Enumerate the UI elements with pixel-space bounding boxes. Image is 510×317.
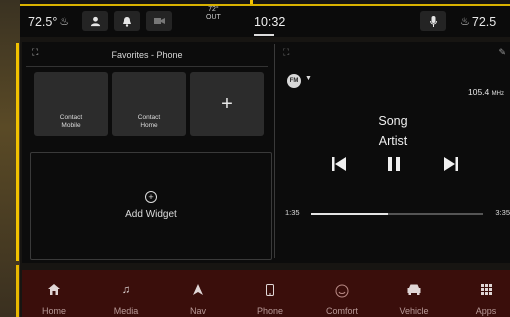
frequency: 105.4 MHz: [468, 87, 504, 97]
add-widget-button[interactable]: + Add Widget: [30, 152, 272, 260]
seat-heat-icon: ♨: [59, 16, 70, 28]
nav-vehicle[interactable]: Vehicle: [384, 270, 444, 317]
media-panel: ⛶ ✎ FM ▼ 105.4 MHz Song Artist 1:35 3:35: [274, 44, 510, 258]
favorites-title: Favorites - Phone: [111, 50, 183, 60]
home-icon: [24, 284, 84, 298]
clock-underline: [254, 34, 274, 36]
favorite-line2: Mobile: [61, 122, 81, 129]
vehicle-icon: [384, 284, 444, 298]
frequency-value: 105.4: [468, 87, 490, 97]
nav-apps[interactable]: Apps: [456, 270, 510, 317]
nav-label: Apps: [475, 306, 497, 316]
source-dropdown-icon[interactable]: ▼: [305, 75, 312, 82]
navigation-arrow-icon: [168, 284, 228, 298]
outside-temp: 72° OUT: [206, 6, 221, 37]
profile-icon: [90, 16, 100, 26]
comfort-icon: [312, 284, 372, 301]
favorite-line1: Contact: [137, 114, 161, 121]
passenger-temp-value: 72.5: [471, 14, 497, 29]
voice-button[interactable]: [420, 11, 446, 31]
status-bar: 72.5° ♨ 72° OUT 10:32 ♨ 72.5: [20, 4, 510, 37]
favorite-contact-home[interactable]: Contact Home: [112, 72, 186, 136]
song-title: Song: [378, 114, 408, 128]
favorite-line2: Home: [140, 122, 158, 129]
next-track-button[interactable]: [443, 156, 459, 177]
outside-temp-value: 72°: [208, 6, 219, 13]
nav-label: Phone: [256, 306, 284, 316]
add-favorite-button[interactable]: +: [190, 72, 264, 136]
nav-home[interactable]: Home: [24, 270, 84, 317]
expand-icon[interactable]: ⛶: [283, 47, 289, 58]
nav-label: Media: [113, 306, 139, 316]
driver-temp[interactable]: 72.5° ♨: [28, 6, 69, 37]
expand-icon[interactable]: ⛶: [32, 47, 38, 58]
add-widget-label: Add Widget: [125, 209, 177, 220]
previous-track-button[interactable]: [331, 156, 347, 177]
artist-name: Artist: [378, 134, 408, 148]
driver-temp-value: 72.5°: [28, 14, 58, 29]
nav-phone[interactable]: Phone: [240, 270, 300, 317]
progress-bar[interactable]: [311, 213, 483, 215]
passenger-seat-icon: ♨: [460, 16, 470, 28]
phone-icon: [240, 284, 300, 299]
camera-icon: [153, 18, 165, 24]
skip-next-icon: [444, 157, 458, 171]
pause-icon: [388, 157, 400, 171]
progress-fill: [311, 213, 389, 215]
favorites-header: ⛶ Favorites - Phone: [26, 44, 268, 67]
camera-button[interactable]: [146, 11, 172, 31]
favorites-panel: ⛶ Favorites - Phone Contact Mobile Conta…: [26, 44, 272, 260]
elapsed-time: 1:35: [285, 208, 300, 217]
profile-button[interactable]: [82, 11, 108, 31]
nav-label: Comfort: [325, 306, 358, 316]
nav-navigation[interactable]: Nav: [168, 270, 228, 317]
outside-temp-label: OUT: [206, 14, 221, 21]
edit-icon[interactable]: ✎: [498, 47, 506, 58]
bell-icon: [123, 16, 131, 27]
nav-label: Home: [41, 306, 66, 316]
accent-stripe-lower: [16, 265, 19, 317]
passenger-temp[interactable]: ♨ 72.5: [460, 6, 496, 37]
add-circle-icon: +: [145, 191, 157, 203]
music-note-icon: ♫: [121, 284, 131, 296]
nav-label: Vehicle: [399, 306, 429, 316]
nav-media[interactable]: ♫ Media: [96, 270, 156, 317]
skip-previous-icon: [332, 157, 346, 171]
pause-button[interactable]: [387, 156, 401, 177]
bottom-nav: Home ♫ Media Nav Phone Comfort Vehicle A…: [22, 270, 510, 317]
favorite-line1: Contact: [59, 114, 83, 121]
apps-grid-icon: [456, 284, 510, 298]
accent-stripe: [16, 43, 19, 261]
nav-label: Nav: [189, 306, 206, 316]
frequency-unit: MHz: [491, 91, 504, 97]
microphone-icon: [429, 15, 437, 27]
notifications-button[interactable]: [114, 11, 140, 31]
nav-comfort[interactable]: Comfort: [312, 270, 372, 317]
total-time: 3:35: [495, 208, 510, 217]
favorite-contact-mobile[interactable]: Contact Mobile: [34, 72, 108, 136]
clock: 10:32: [254, 14, 286, 29]
source-badge[interactable]: FM: [287, 74, 301, 88]
main-area: ⛶ Favorites - Phone Contact Mobile Conta…: [22, 42, 510, 263]
